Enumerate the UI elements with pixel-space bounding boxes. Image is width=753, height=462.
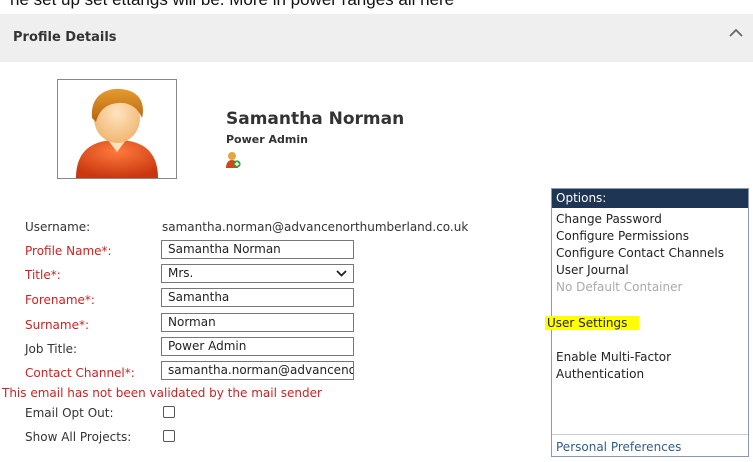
job-title-label: Job Title: xyxy=(25,342,78,356)
no-default-container-item: No Default Container xyxy=(556,280,683,294)
enable-mfa-link-line1[interactable]: Enable Multi-Factor xyxy=(556,350,671,364)
show-all-projects-checkbox[interactable] xyxy=(163,430,175,442)
title-label: Title*: xyxy=(25,268,61,282)
user-role: Power Admin xyxy=(226,133,308,146)
top-cutoff-text: ne set up set ettangs will be. More in p… xyxy=(10,0,454,10)
surname-label: Surname*: xyxy=(25,318,90,332)
contact-channel-field[interactable]: samantha.norman@advancenorthumberland.co… xyxy=(161,361,354,380)
configure-contact-channels-link[interactable]: Configure Contact Channels xyxy=(556,246,724,260)
surname-field[interactable]: Norman xyxy=(161,313,354,332)
email-opt-out-label: Email Opt Out: xyxy=(25,406,114,420)
profile-name-label: Profile Name*: xyxy=(25,244,112,258)
profile-details-header[interactable]: Profile Details xyxy=(0,14,753,62)
user-name: Samantha Norman xyxy=(226,109,405,129)
forename-label: Forename*: xyxy=(25,293,95,307)
user-add-icon[interactable] xyxy=(225,151,241,169)
email-validation-warning: This email has not been validated by the… xyxy=(2,386,322,400)
change-password-link[interactable]: Change Password xyxy=(556,212,662,226)
enable-mfa-link-line2[interactable]: Authentication xyxy=(556,367,644,381)
personal-preferences-link[interactable]: Personal Preferences xyxy=(556,440,681,454)
chevron-down-icon xyxy=(336,270,347,277)
username-value: samantha.norman@advancenorthumberland.co… xyxy=(162,220,469,234)
user-avatar-icon xyxy=(76,88,158,178)
user-journal-link[interactable]: User Journal xyxy=(556,263,629,277)
title-select-value: Mrs. xyxy=(168,266,194,280)
title-select[interactable]: Mrs. xyxy=(161,264,354,283)
show-all-projects-label: Show All Projects: xyxy=(25,430,132,444)
section-title: Profile Details xyxy=(13,30,117,45)
options-header: Options: xyxy=(552,189,748,208)
avatar xyxy=(57,79,177,179)
username-label: Username: xyxy=(25,220,91,234)
configure-permissions-link[interactable]: Configure Permissions xyxy=(556,229,689,243)
options-panel: Options: Change Password Configure Permi… xyxy=(545,188,749,457)
job-title-field[interactable]: Power Admin xyxy=(161,337,354,356)
chevron-up-icon[interactable] xyxy=(729,28,743,38)
profile-name-field[interactable]: Samantha Norman xyxy=(161,240,354,259)
contact-channel-label: Contact Channel*: xyxy=(25,366,135,380)
forename-field[interactable]: Samantha xyxy=(161,288,354,307)
user-settings-link[interactable]: User Settings xyxy=(545,316,640,330)
email-opt-out-checkbox[interactable] xyxy=(163,406,175,418)
options-divider xyxy=(552,434,748,435)
